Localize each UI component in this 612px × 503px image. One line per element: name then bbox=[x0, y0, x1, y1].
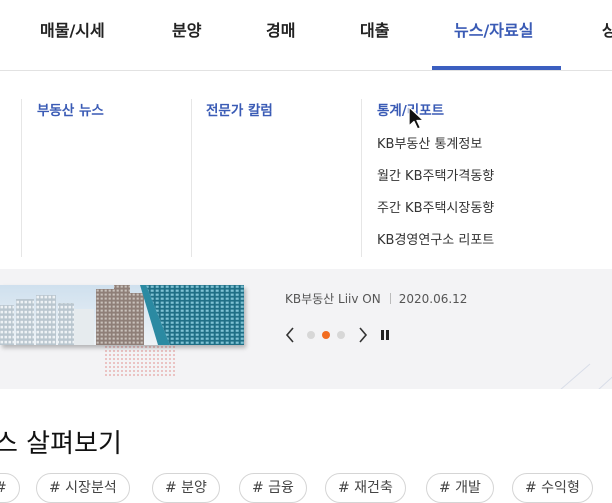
slide-dot-3[interactable] bbox=[337, 331, 345, 339]
menu-item-kb-statistics[interactable]: KB부동산 통계정보 bbox=[377, 136, 494, 154]
menu-item-monthly-housing-price[interactable]: 월간 KB주택가격동향 bbox=[377, 168, 494, 186]
active-tab-indicator bbox=[432, 66, 561, 70]
news-source: KB부동산 Liiv ON bbox=[285, 292, 381, 306]
top-navigation: 매물/시세 분양 경매 대출 뉴스/자료실 상 bbox=[0, 0, 612, 71]
prev-arrow-icon[interactable] bbox=[284, 326, 296, 344]
pause-icon[interactable] bbox=[379, 329, 391, 341]
column-title-expert-column[interactable]: 전문가 칼럼 bbox=[206, 99, 273, 119]
hashtag-chip-presale[interactable]: # 분양 bbox=[152, 473, 220, 503]
slide-dot-2[interactable] bbox=[322, 331, 330, 339]
next-arrow-icon[interactable] bbox=[357, 326, 369, 344]
nav-item-truncated[interactable]: 상 bbox=[602, 17, 612, 41]
hashtag-chip-finance[interactable]: # 금융 bbox=[239, 473, 307, 503]
column-title-real-estate-news[interactable]: 부동산 뉴스 bbox=[37, 99, 104, 119]
hashtag-chip-development[interactable]: # 개발 bbox=[426, 473, 494, 503]
menu-item-kb-research-report[interactable]: KB경영연구소 리포트 bbox=[377, 232, 494, 250]
slide-dot-1[interactable] bbox=[307, 331, 315, 339]
column-divider bbox=[21, 99, 22, 257]
dropdown-column-expert-column: 전문가 칼럼 bbox=[206, 99, 273, 119]
section-title: 스 살펴보기 bbox=[0, 429, 122, 459]
hashtag-chip-profitable[interactable]: # 수익형 bbox=[512, 473, 593, 503]
dropdown-column-statistics-report: 통계/리포트 KB부동산 통계정보 월간 KB주택가격동향 주간 KB주택시장동… bbox=[377, 99, 494, 250]
nav-item-auction[interactable]: 경매 bbox=[266, 17, 295, 41]
nav-item-presale[interactable]: 분양 bbox=[172, 17, 201, 41]
hashtag-chip-reconstruction[interactable]: # 재건축 bbox=[325, 473, 406, 503]
slide-meta: KB부동산 Liiv ON 2020.06.12 bbox=[285, 290, 467, 307]
dropdown-column-real-estate-news: 부동산 뉴스 bbox=[37, 99, 104, 119]
news-thumbnail-image[interactable] bbox=[0, 285, 244, 345]
nav-item-news-archive[interactable]: 뉴스/자료실 bbox=[454, 17, 533, 41]
meta-divider bbox=[389, 293, 391, 304]
apartment-buildings-image bbox=[0, 285, 244, 345]
hashtag-chip-market-analysis[interactable]: # 시장분석 bbox=[36, 473, 130, 503]
diagonal-line-decoration bbox=[560, 363, 612, 391]
column-divider bbox=[361, 99, 362, 257]
nav-item-listings[interactable]: 매물/시세 bbox=[40, 17, 105, 41]
column-divider bbox=[191, 99, 192, 257]
dot-pattern-decoration bbox=[104, 345, 176, 377]
nav-item-loan[interactable]: 대출 bbox=[360, 17, 389, 41]
statistics-report-list: KB부동산 통계정보 월간 KB주택가격동향 주간 KB주택시장동향 KB경영연… bbox=[377, 136, 494, 250]
column-title-statistics-report[interactable]: 통계/리포트 bbox=[377, 99, 494, 119]
menu-item-weekly-housing-market[interactable]: 주간 KB주택시장동향 bbox=[377, 200, 494, 218]
news-date: 2020.06.12 bbox=[398, 292, 468, 306]
news-archive-dropdown: 부동산 뉴스 전문가 칼럼 통계/리포트 KB부동산 통계정보 월간 KB주택가… bbox=[0, 71, 612, 269]
